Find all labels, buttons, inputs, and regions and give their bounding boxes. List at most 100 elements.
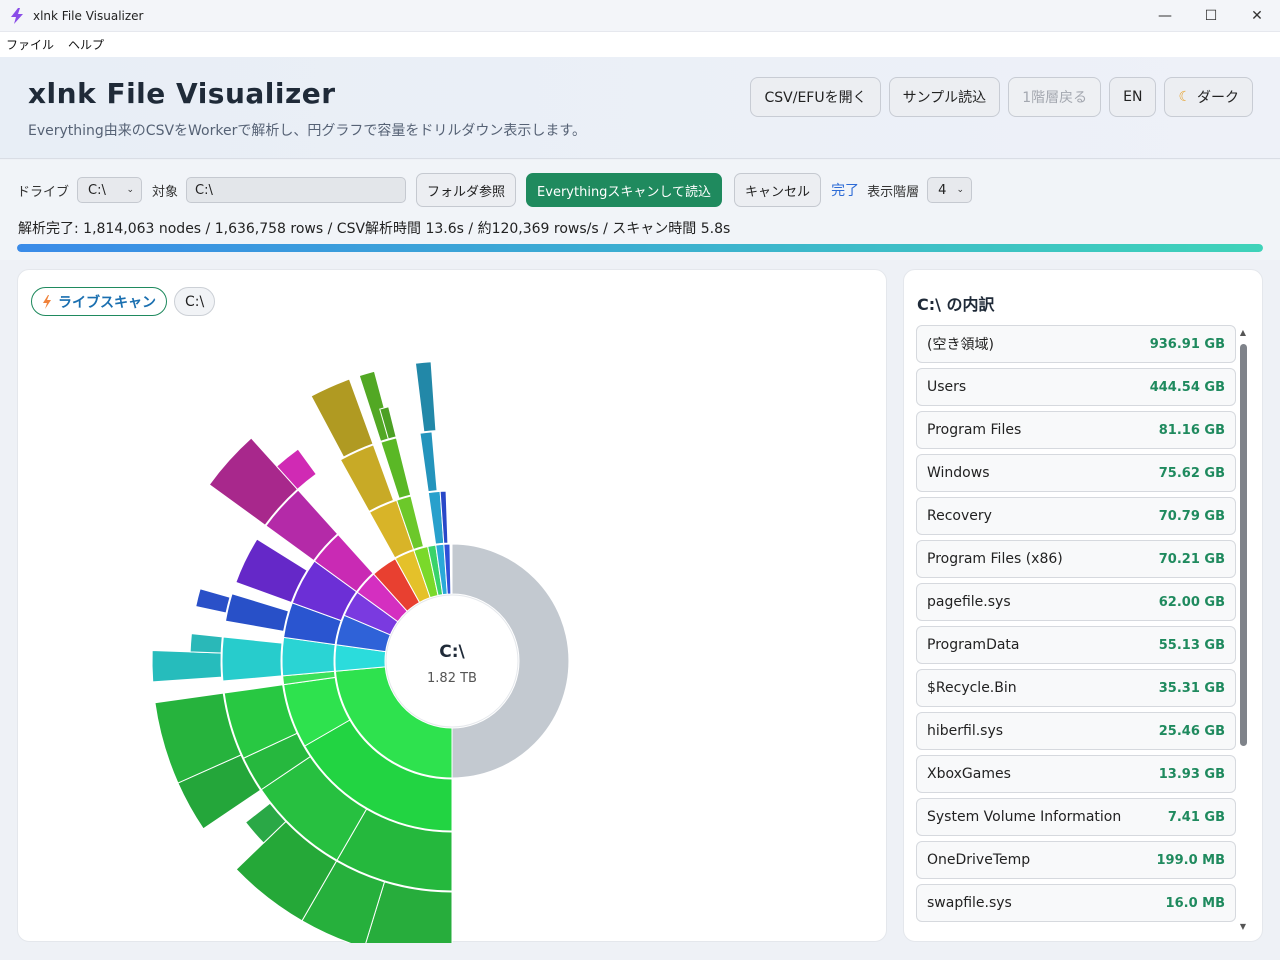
theme-button-label: ダーク xyxy=(1197,90,1239,106)
list-item[interactable]: Program Files (x86) 70.21 GB xyxy=(916,540,1236,578)
center-size: 1.82 TB xyxy=(427,671,477,686)
item-name: $Recycle.Bin xyxy=(927,680,1017,696)
sunburst-card: C:\ 1.82 TB ライブスキャン C:\ xyxy=(17,269,888,943)
item-size: 444.54 GB xyxy=(1149,379,1225,395)
list-item[interactable]: swapfile.sys 16.0 MB xyxy=(916,884,1236,922)
item-size: 199.0 MB xyxy=(1156,852,1226,868)
menu-help[interactable]: ヘルプ xyxy=(68,36,104,53)
breakdown-panel: C:\ の内訳 (空き領域) 936.91 GB Users 444.54 GB Pro… xyxy=(903,269,1263,942)
item-size: 35.31 GB xyxy=(1158,680,1225,696)
live-scan-crumb[interactable]: ライブスキャン xyxy=(31,287,167,316)
item-size: 13.93 GB xyxy=(1158,766,1225,782)
item-name: Users xyxy=(927,379,967,395)
sunburst-segment[interactable] xyxy=(151,650,223,683)
item-name: Recovery xyxy=(927,508,992,524)
drive-select[interactable]: C:\ ⌄ xyxy=(77,177,143,203)
list-item[interactable]: System Volume Information 7.41 GB xyxy=(916,798,1236,836)
item-size: 81.16 GB xyxy=(1158,422,1225,438)
list-item[interactable]: Program Files 81.16 GB xyxy=(916,411,1236,449)
list-item[interactable]: OneDriveTemp 199.0 MB xyxy=(916,841,1236,879)
title-bar: xlnk File Visualizer — ☐ ✕ xyxy=(0,0,1280,32)
item-name: OneDriveTemp xyxy=(927,852,1031,868)
list-item[interactable]: Users 444.54 GB xyxy=(916,368,1236,406)
item-name: (空き領域) xyxy=(927,337,994,353)
sunburst-segment[interactable] xyxy=(414,361,437,433)
drive-select-value: C:\ xyxy=(88,182,106,198)
depth-select[interactable]: 4 ⌄ xyxy=(927,177,973,203)
chevron-down-icon: ⌄ xyxy=(956,185,965,195)
item-size: 16.0 MB xyxy=(1165,895,1225,911)
app-header: xlnk File Visualizer Everything由来のCSVをWo… xyxy=(0,57,1280,159)
item-name: hiberfil.sys xyxy=(927,723,1004,739)
item-size: 936.91 GB xyxy=(1149,336,1225,352)
target-label: 対象 xyxy=(152,184,179,200)
list-item[interactable]: Windows 75.62 GB xyxy=(916,454,1236,492)
item-size: 70.79 GB xyxy=(1158,508,1225,524)
list-item[interactable]: $Recycle.Bin 35.31 GB xyxy=(916,669,1236,707)
breakdown-list: (空き領域) 936.91 GB Users 444.54 GB Program Fil… xyxy=(916,325,1236,927)
list-item[interactable]: (空き領域) 936.91 GB xyxy=(916,325,1236,363)
list-item[interactable]: XboxGames 13.93 GB xyxy=(916,755,1236,793)
moon-icon: ☾ xyxy=(1178,89,1191,105)
menu-file[interactable]: ファイル xyxy=(6,36,54,53)
item-size: 75.62 GB xyxy=(1158,465,1225,481)
list-item[interactable]: ProgramData 55.13 GB xyxy=(916,626,1236,664)
menu-bar: ファイル ヘルプ xyxy=(0,32,1280,57)
item-size: 7.41 GB xyxy=(1167,809,1225,825)
app-name: xlnk File Visualizer xyxy=(28,77,336,110)
load-sample-button[interactable]: サンプル読込 xyxy=(888,77,1001,117)
item-size: 55.13 GB xyxy=(1158,637,1225,653)
scrollbar-thumb[interactable] xyxy=(1240,344,1247,746)
center-label: C:\ xyxy=(439,642,465,662)
item-size: 62.00 GB xyxy=(1158,594,1225,610)
drive-label: ドライブ xyxy=(17,184,70,200)
window-title: xlnk File Visualizer xyxy=(33,8,144,23)
chevron-down-icon: ⌄ xyxy=(126,185,135,195)
scan-toolbar: ドライブ C:\ ⌄ 対象 C:\ フォルダ参照 Everythingスキャンし… xyxy=(0,160,1280,260)
panel-title: C:\ の内訳 xyxy=(917,295,995,314)
minimize-button[interactable]: — xyxy=(1142,0,1188,32)
sunburst-segment[interactable] xyxy=(189,633,223,654)
go-up-button[interactable]: 1階層戻る xyxy=(1008,77,1102,117)
item-name: Program Files xyxy=(927,422,1022,438)
everything-scan-button[interactable]: Everythingスキャンして読込 xyxy=(526,173,723,207)
depth-label: 表示階層 xyxy=(867,184,920,200)
item-size: 70.21 GB xyxy=(1158,551,1225,567)
root-crumb[interactable]: C:\ xyxy=(174,287,216,316)
close-button[interactable]: ✕ xyxy=(1234,0,1280,32)
sunburst-segment[interactable] xyxy=(221,636,283,682)
scroll-up-icon[interactable]: ▲ xyxy=(1239,328,1247,338)
sunburst-segment[interactable] xyxy=(224,593,290,632)
list-item[interactable]: pagefile.sys 62.00 GB xyxy=(916,583,1236,621)
breadcrumb: ライブスキャン C:\ xyxy=(31,287,216,316)
progress-bar xyxy=(17,244,1263,252)
scan-status: 完了 xyxy=(831,183,860,199)
item-name: System Volume Information xyxy=(927,809,1122,825)
list-item[interactable]: Recovery 70.79 GB xyxy=(916,497,1236,535)
app-subtitle: Everything由来のCSVをWorkerで解析し、円グラフで容量をドリルダ… xyxy=(28,123,586,139)
item-size: 25.46 GB xyxy=(1158,723,1225,739)
depth-select-value: 4 xyxy=(938,182,947,198)
language-button[interactable]: EN xyxy=(1109,77,1157,117)
sunburst-chart[interactable]: C:\ 1.82 TB xyxy=(18,270,888,943)
list-item[interactable]: hiberfil.sys 25.46 GB xyxy=(916,712,1236,750)
item-name: ProgramData xyxy=(927,637,1020,653)
target-path-input[interactable]: C:\ xyxy=(186,177,407,203)
item-name: Windows xyxy=(927,465,990,481)
item-name: XboxGames xyxy=(927,766,1011,782)
progress-fill xyxy=(17,244,1263,252)
sunburst-segment[interactable] xyxy=(195,588,231,614)
cancel-button[interactable]: キャンセル xyxy=(734,173,822,207)
lightning-icon xyxy=(43,294,51,309)
lightning-icon xyxy=(11,7,23,24)
parse-status-line: 解析完了: 1,814,063 nodes / 1,636,758 rows /… xyxy=(18,221,731,237)
theme-button[interactable]: ☾ ダーク xyxy=(1164,77,1253,117)
open-csv-button[interactable]: CSV/EFUを開く xyxy=(750,77,881,117)
item-name: swapfile.sys xyxy=(927,895,1012,911)
browse-folder-button[interactable]: フォルダ参照 xyxy=(416,173,517,207)
scrollbar[interactable]: ▲ ▼ xyxy=(1239,328,1247,932)
scroll-down-icon[interactable]: ▼ xyxy=(1239,922,1247,932)
maximize-button[interactable]: ☐ xyxy=(1188,0,1234,32)
live-scan-label: ライブスキャン xyxy=(58,294,156,311)
sunburst-segment[interactable] xyxy=(419,431,438,493)
